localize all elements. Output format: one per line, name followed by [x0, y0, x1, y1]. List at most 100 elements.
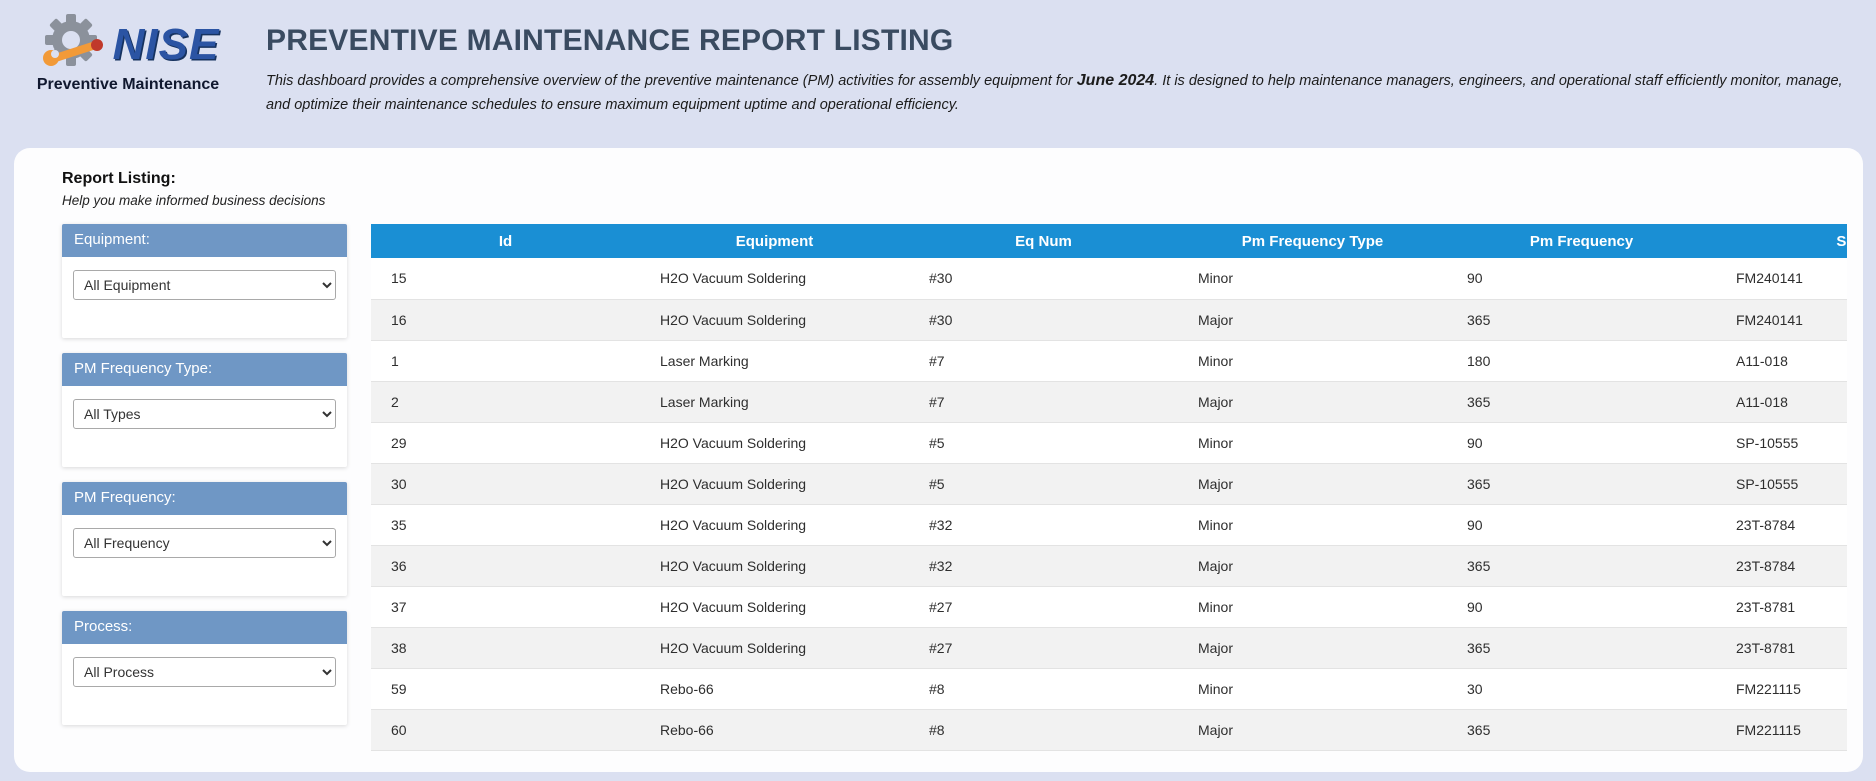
page: NISE Preventive Maintenance PREVENTIVE M… [0, 0, 1876, 772]
table-cell: 23T-8781 [1716, 586, 1847, 627]
table-cell: #27 [909, 586, 1178, 627]
column-header: Eq Num [909, 224, 1178, 258]
header-text: PREVENTIVE MAINTENANCE REPORT LISTING Th… [266, 14, 1846, 117]
table-cell: 365 [1447, 709, 1716, 750]
table-cell: 36 [371, 545, 640, 586]
table-body: 15H2O Vacuum Soldering#30Minor90FM240141… [371, 258, 1847, 750]
table-cell: 90 [1447, 422, 1716, 463]
table-row: 60Rebo-66#8Major365FM221115 [371, 709, 1847, 750]
filter-select[interactable]: All Frequency [73, 528, 336, 558]
table-cell: Minor [1178, 668, 1447, 709]
filter-select[interactable]: All Types [73, 399, 336, 429]
table-cell: SP-10555 [1716, 463, 1847, 504]
page-title: PREVENTIVE MAINTENANCE REPORT LISTING [266, 24, 1846, 58]
filter-block: PM Frequency Type: All Types [62, 353, 347, 467]
table-header-row: IdEquipmentEq NumPm Frequency TypePm Fre… [371, 224, 1847, 258]
table-cell: 23T-8784 [1716, 545, 1847, 586]
table-row: 15H2O Vacuum Soldering#30Minor90FM240141 [371, 258, 1847, 299]
table-cell: Laser Marking [640, 381, 909, 422]
table-cell: 2 [371, 381, 640, 422]
table-cell: Minor [1178, 422, 1447, 463]
table-cell: A11-018 [1716, 340, 1847, 381]
table-cell: Major [1178, 709, 1447, 750]
table-cell: 90 [1447, 586, 1716, 627]
table-cell: 35 [371, 504, 640, 545]
table-row: 29H2O Vacuum Soldering#5Minor90SP-10555 [371, 422, 1847, 463]
table-cell: FM221115 [1716, 668, 1847, 709]
table-cell: 1 [371, 340, 640, 381]
table-cell: #8 [909, 709, 1178, 750]
table-cell: H2O Vacuum Soldering [640, 586, 909, 627]
column-header: Pm Frequency [1447, 224, 1716, 258]
description-prefix: This dashboard provides a comprehensive … [266, 73, 1077, 89]
filter-panel: Equipment: All Equipment PM Frequency Type… [62, 224, 347, 751]
filter-select[interactable]: All Equipment [73, 270, 336, 300]
table-cell: Minor [1178, 340, 1447, 381]
table-cell: Major [1178, 627, 1447, 668]
filter-label: Process: [62, 611, 347, 644]
table-cell: 90 [1447, 504, 1716, 545]
table-cell: 23T-8781 [1716, 627, 1847, 668]
table-cell: #8 [909, 668, 1178, 709]
table-cell: 60 [371, 709, 640, 750]
table-cell: #5 [909, 422, 1178, 463]
column-header: Seri [1716, 224, 1847, 258]
table-cell: Major [1178, 545, 1447, 586]
table-cell: 365 [1447, 299, 1716, 340]
report-content: Equipment: All Equipment PM Frequency Type… [62, 224, 1847, 751]
table-cell: 365 [1447, 381, 1716, 422]
table-cell: H2O Vacuum Soldering [640, 545, 909, 586]
report-card: Report Listing: Help you make informed b… [14, 148, 1863, 772]
table-cell: Major [1178, 463, 1447, 504]
report-table: IdEquipmentEq NumPm Frequency TypePm Fre… [371, 224, 1847, 751]
table-cell: 30 [371, 463, 640, 504]
table-cell: Minor [1178, 586, 1447, 627]
table-cell: #7 [909, 381, 1178, 422]
table-cell: FM240141 [1716, 258, 1847, 299]
table-cell: H2O Vacuum Soldering [640, 299, 909, 340]
table-cell: Rebo-66 [640, 668, 909, 709]
table-row: 30H2O Vacuum Soldering#5Major365SP-10555 [371, 463, 1847, 504]
table-cell: 365 [1447, 463, 1716, 504]
gear-wrench-icon [37, 14, 111, 76]
table-cell: SP-10555 [1716, 422, 1847, 463]
table-row: 35H2O Vacuum Soldering#32Minor9023T-8784 [371, 504, 1847, 545]
table-cell: 30 [1447, 668, 1716, 709]
filter-block: Process: All Process [62, 611, 347, 725]
table-cell: #32 [909, 504, 1178, 545]
filter-label: PM Frequency: [62, 482, 347, 515]
column-header: Equipment [640, 224, 909, 258]
table-row: 16H2O Vacuum Soldering#30Major365FM24014… [371, 299, 1847, 340]
filter-label: PM Frequency Type: [62, 353, 347, 386]
table-cell: #30 [909, 299, 1178, 340]
filter-label: Equipment: [62, 224, 347, 257]
report-title: Report Listing: [62, 170, 1847, 188]
table-cell: #7 [909, 340, 1178, 381]
table-cell: 23T-8784 [1716, 504, 1847, 545]
filter-block: Equipment: All Equipment [62, 224, 347, 338]
table-cell: FM240141 [1716, 299, 1847, 340]
filter-body: All Types [62, 386, 347, 467]
table-cell: 365 [1447, 545, 1716, 586]
table-container: IdEquipmentEq NumPm Frequency TypePm Fre… [371, 224, 1847, 751]
table-cell: 29 [371, 422, 640, 463]
table-cell: Major [1178, 299, 1447, 340]
table-cell: #27 [909, 627, 1178, 668]
table-row: 37H2O Vacuum Soldering#27Minor9023T-8781 [371, 586, 1847, 627]
logo-title: NISE [113, 20, 220, 70]
report-subtitle: Help you make informed business decision… [62, 193, 1847, 208]
table-cell: 38 [371, 627, 640, 668]
table-cell: H2O Vacuum Soldering [640, 422, 909, 463]
table-cell: FM221115 [1716, 709, 1847, 750]
filter-select[interactable]: All Process [73, 657, 336, 687]
table-cell: Laser Marking [640, 340, 909, 381]
column-header: Pm Frequency Type [1178, 224, 1447, 258]
logo: NISE Preventive Maintenance [30, 14, 226, 94]
table-row: 38H2O Vacuum Soldering#27Major36523T-878… [371, 627, 1847, 668]
filter-body: All Process [62, 644, 347, 725]
table-row: 1Laser Marking#7Minor180A11-018 [371, 340, 1847, 381]
filter-block: PM Frequency: All Frequency [62, 482, 347, 596]
filter-body: All Equipment [62, 257, 347, 338]
table-cell: #5 [909, 463, 1178, 504]
column-header: Id [371, 224, 640, 258]
